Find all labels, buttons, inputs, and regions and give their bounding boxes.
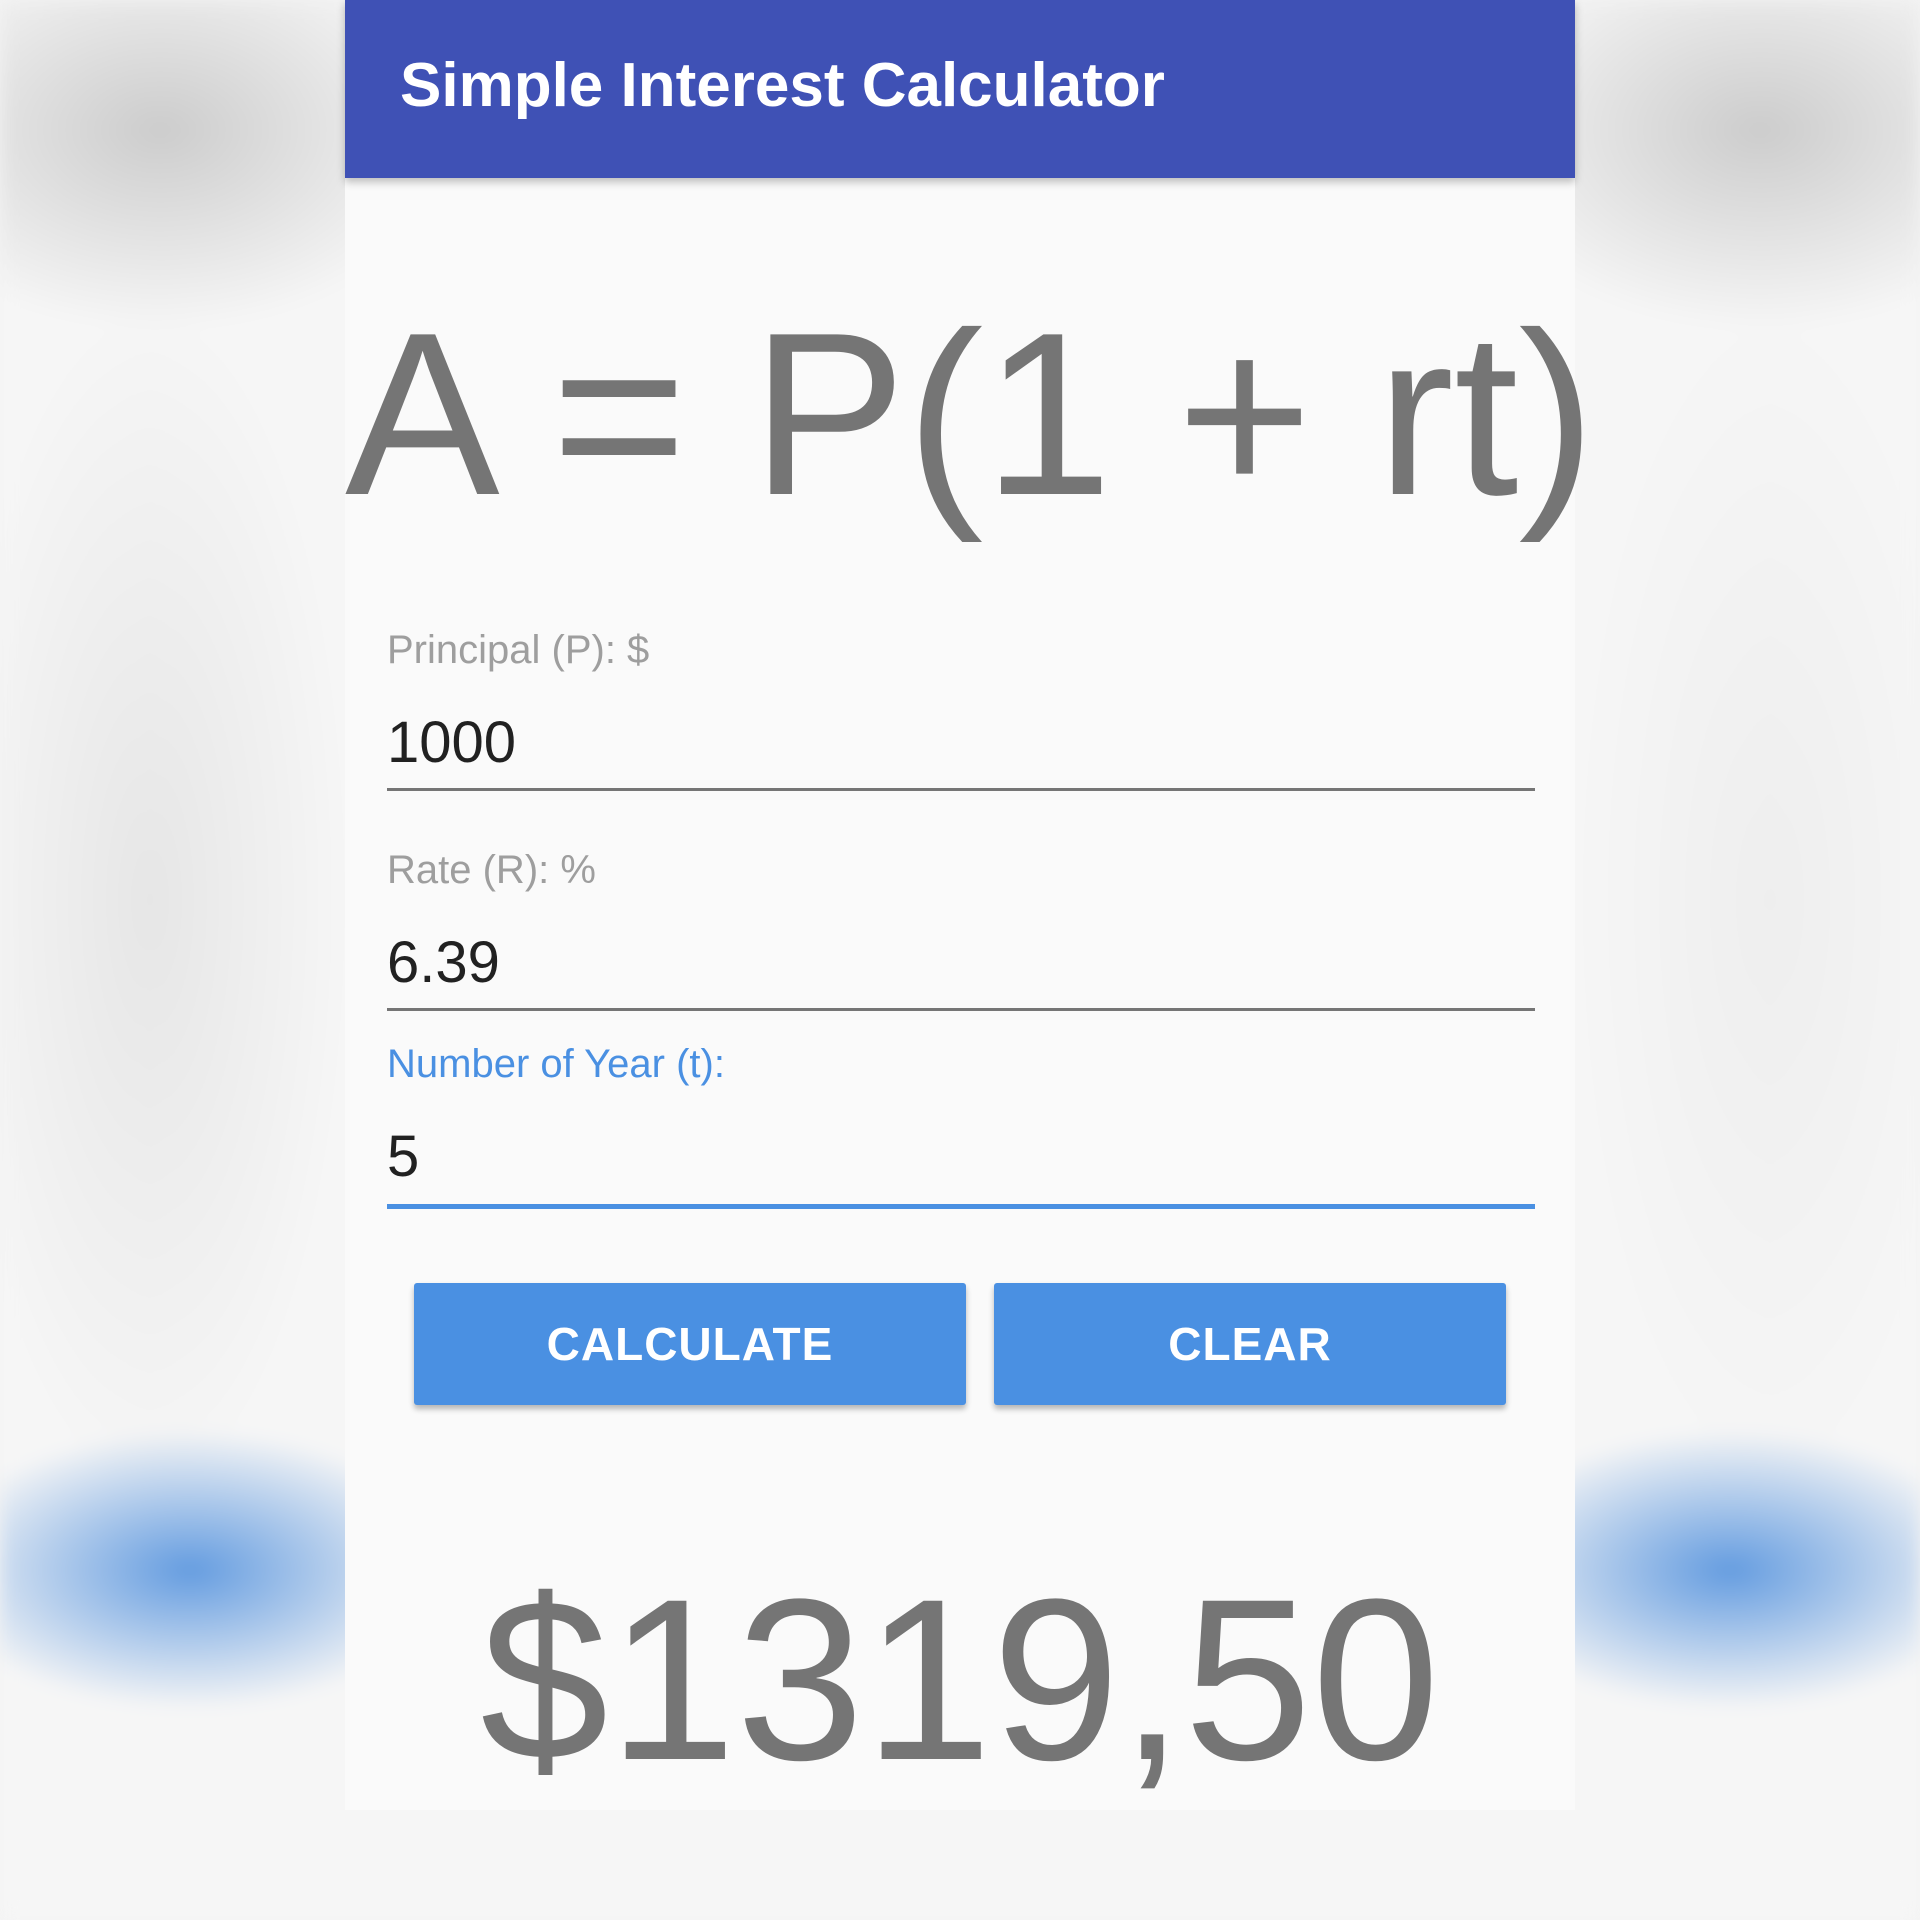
- principal-input[interactable]: [387, 706, 1535, 778]
- years-input[interactable]: [387, 1120, 1535, 1192]
- rate-underline: [387, 1008, 1535, 1011]
- formula-display: A = P(1 + rt): [345, 285, 1596, 544]
- rate-input[interactable]: [387, 926, 1535, 998]
- app-bar: Simple Interest Calculator: [345, 0, 1575, 178]
- app-title: Simple Interest Calculator: [400, 51, 1165, 120]
- principal-underline: [387, 788, 1535, 791]
- years-underline: [387, 1204, 1535, 1209]
- calculate-button[interactable]: CALCULATE: [414, 1283, 966, 1405]
- result-amount: $1319,50: [480, 1551, 1440, 1808]
- rate-label: Rate (R): %: [387, 848, 596, 892]
- clear-button[interactable]: CLEAR: [994, 1283, 1506, 1405]
- principal-label: Principal (P): $: [387, 628, 650, 672]
- app-screen: Simple Interest Calculator A = P(1 + rt)…: [345, 0, 1596, 1810]
- years-label: Number of Year (t):: [387, 1042, 725, 1086]
